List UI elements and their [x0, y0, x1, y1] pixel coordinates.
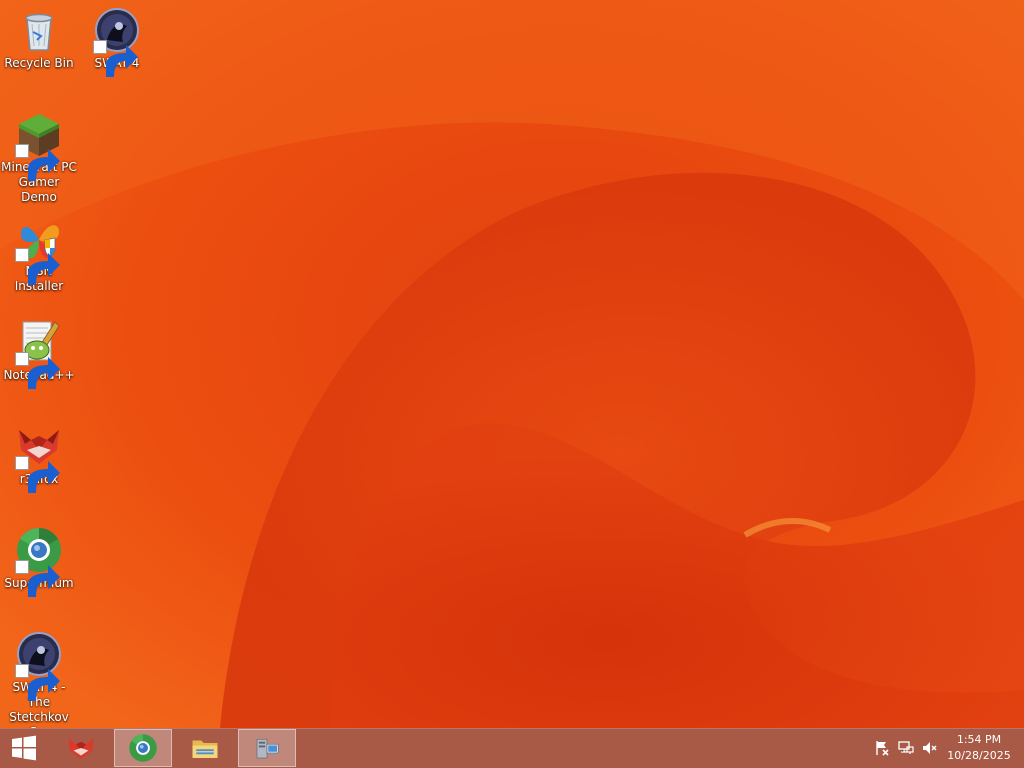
windows-logo-icon [12, 735, 36, 761]
desktop-icon-swat4-stetchkov[interactable]: SWAT 4 - The Stetchkov S... [0, 630, 78, 728]
r3dfox-icon [15, 422, 63, 493]
shortcut-arrow-icon [15, 144, 60, 181]
taskbar-button-file-explorer[interactable] [176, 729, 234, 767]
taskbar-button-supermium[interactable] [114, 729, 172, 767]
taskbar-button-r3dfox[interactable] [52, 729, 110, 767]
clock-date: 10/28/2025 [947, 749, 1011, 762]
shortcut-arrow-icon [15, 664, 60, 701]
folder-icon [192, 740, 218, 758]
supermium-icon [15, 526, 63, 597]
notepad-plus-plus-icon [15, 318, 63, 389]
volume-muted-icon[interactable] [920, 738, 940, 758]
clock[interactable]: 1:54 PM 10/28/2025 [944, 732, 1014, 764]
desktop-icon-swat4[interactable]: SWAT 4 [78, 6, 156, 77]
taskbar-button-control-panel[interactable] [238, 729, 296, 767]
clock-time: 1:54 PM [956, 733, 1002, 746]
control-panel-icon [256, 738, 279, 759]
wallpaper [0, 0, 1024, 728]
desktop-icon-recycle-bin[interactable]: Recycle Bin [0, 6, 78, 71]
msn-butterfly-icon [15, 214, 63, 285]
r3dfox-icon [68, 738, 94, 760]
swat4-icon [93, 6, 141, 77]
desktop-icon-r3dfox[interactable]: r3dfox [0, 422, 78, 493]
shortcut-arrow-icon [15, 352, 60, 389]
supermium-icon [129, 734, 157, 762]
shortcut-arrow-icon [15, 248, 60, 285]
desktop-icon-minecraft[interactable]: Minecraft PC Gamer Demo [0, 110, 78, 205]
shortcut-arrow-icon [15, 456, 60, 493]
icon-label: Recycle Bin [4, 56, 74, 70]
start-button[interactable] [0, 728, 48, 768]
desktop-icon-notepad-plus-plus[interactable]: Notepad++ [0, 318, 78, 389]
shortcut-arrow-icon [15, 560, 60, 597]
taskbar: 1:54 PM 10/28/2025 [0, 728, 1024, 768]
network-icon[interactable] [896, 738, 916, 758]
action-center-flag-icon[interactable] [872, 738, 892, 758]
system-tray [870, 728, 942, 768]
desktop-icon-supermium[interactable]: Supermium [0, 526, 78, 597]
desktop-icon-msn-installer[interactable]: MSN Installer [0, 214, 78, 294]
swat4-icon [15, 630, 63, 701]
desktop: Recycle Bin SWAT 4 [0, 0, 1024, 728]
shortcut-arrow-icon [93, 40, 138, 77]
recycle-bin-icon [15, 6, 63, 54]
minecraft-icon [15, 110, 63, 181]
